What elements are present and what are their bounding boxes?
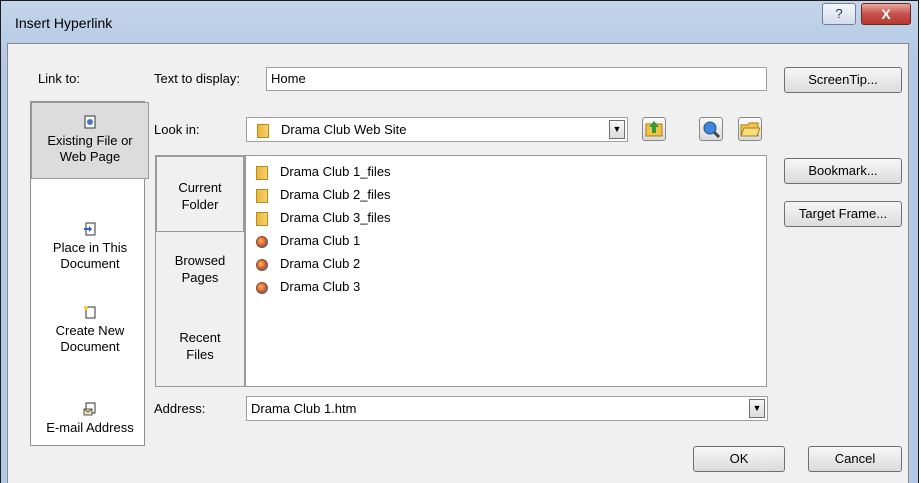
up-one-folder-button[interactable] xyxy=(642,117,666,141)
link-email-address[interactable]: E-mail Address xyxy=(35,402,145,436)
link-item-label: E-mail Address xyxy=(46,420,134,435)
tab-label: Pages xyxy=(181,270,219,285)
cancel-button[interactable]: Cancel xyxy=(808,446,902,472)
tab-current-folder[interactable]: Current Folder xyxy=(156,156,244,232)
file-name: Drama Club 2_files xyxy=(280,187,391,202)
list-item[interactable]: Drama Club 3 xyxy=(256,275,360,298)
text-to-display-label: Text to display: xyxy=(154,71,240,86)
tab-label: Current xyxy=(178,180,222,195)
folder-icon xyxy=(257,123,269,138)
browse-web-button[interactable] xyxy=(699,117,723,141)
web-page-icon xyxy=(256,258,268,271)
dialog-title: Insert Hyperlink xyxy=(15,15,113,31)
list-item[interactable]: Drama Club 1 xyxy=(256,229,360,252)
link-create-new-document[interactable]: Create New Document xyxy=(35,305,145,355)
target-frame-button[interactable]: Target Frame... xyxy=(784,201,902,227)
folder-icon xyxy=(256,165,268,180)
web-page-icon xyxy=(256,235,268,248)
link-item-label: Place in This xyxy=(52,240,128,255)
browse-web-icon xyxy=(703,121,721,139)
bookmark-button[interactable]: Bookmark... xyxy=(784,158,902,184)
file-name: Drama Club 2 xyxy=(280,256,361,271)
file-name: Drama Club 3_files xyxy=(280,210,391,225)
link-to-label: Link to: xyxy=(38,71,80,86)
tab-label: Folder xyxy=(181,197,219,212)
chevron-down-icon[interactable]: ▼ xyxy=(749,399,765,418)
tab-browsed-pages[interactable]: Browsed Pages xyxy=(158,252,242,286)
link-to-bar: Existing File or Web Page Place in This … xyxy=(30,101,149,446)
list-item[interactable]: Drama Club 1_files xyxy=(256,160,391,183)
list-item[interactable]: Drama Club 3_files xyxy=(256,206,391,229)
web-page-icon xyxy=(256,281,268,294)
folder-icon xyxy=(256,188,268,203)
title-bar: Insert Hyperlink ? X xyxy=(1,1,918,43)
chevron-down-icon[interactable]: ▼ xyxy=(609,120,625,139)
email-icon xyxy=(83,402,97,416)
new-document-icon xyxy=(83,305,97,319)
list-item[interactable]: Drama Club 2_files xyxy=(256,183,391,206)
link-place-in-document[interactable]: Place in This Document xyxy=(35,222,145,272)
close-button[interactable]: X xyxy=(861,3,911,25)
link-item-label: Web Page xyxy=(59,149,121,164)
link-existing-file-web-page[interactable]: Existing File or Web Page xyxy=(31,102,149,179)
tab-recent-files[interactable]: Recent Files xyxy=(158,329,242,363)
file-name: Drama Club 3 xyxy=(280,279,361,294)
browse-tabs: Current Folder Browsed Pages Recent File… xyxy=(155,155,245,387)
tab-label: Files xyxy=(186,347,214,362)
look-in-dropdown[interactable]: Drama Club Web Site ▼ xyxy=(246,117,628,142)
ok-button[interactable]: OK xyxy=(693,446,785,472)
place-in-document-icon xyxy=(83,222,97,236)
address-input[interactable]: Drama Club 1.htm ▼ xyxy=(246,396,768,421)
text-to-display-input[interactable]: Home xyxy=(266,67,767,91)
link-item-label: Document xyxy=(60,256,120,271)
list-item[interactable]: Drama Club 2 xyxy=(256,252,360,275)
look-in-value: Drama Club Web Site xyxy=(281,122,407,137)
file-name: Drama Club 1_files xyxy=(280,164,391,179)
address-label: Address: xyxy=(154,401,206,416)
open-folder-icon xyxy=(740,122,761,137)
help-button[interactable]: ? xyxy=(822,3,856,25)
file-name: Drama Club 1 xyxy=(280,233,361,248)
address-value: Drama Club 1.htm xyxy=(251,401,357,416)
screentip-button[interactable]: ScreenTip... xyxy=(784,67,902,93)
web-page-icon xyxy=(83,115,97,129)
file-list[interactable]: Drama Club 1_files Drama Club 2_files Dr… xyxy=(245,155,767,387)
link-item-label: Existing File or xyxy=(47,133,133,148)
tab-label: Recent xyxy=(179,330,221,345)
link-item-label: Create New xyxy=(55,323,125,338)
folder-icon xyxy=(256,211,268,226)
look-in-label: Look in: xyxy=(154,122,200,137)
browse-file-button[interactable] xyxy=(738,117,762,141)
tab-label: Browsed xyxy=(174,253,226,268)
link-item-label: Document xyxy=(60,339,120,354)
up-folder-icon xyxy=(645,121,663,137)
